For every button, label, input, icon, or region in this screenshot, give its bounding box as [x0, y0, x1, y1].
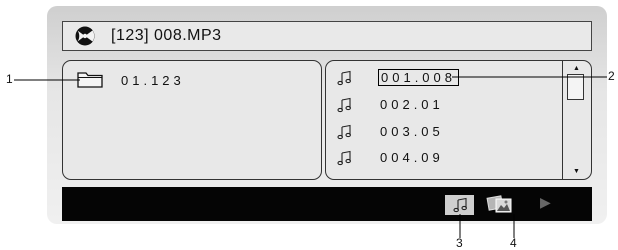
callout-2: 2 [608, 69, 615, 83]
callout-1: 1 [6, 72, 13, 86]
callout-lines [14, 76, 607, 238]
callout-4: 4 [510, 236, 517, 250]
callout-3: 3 [456, 236, 463, 250]
